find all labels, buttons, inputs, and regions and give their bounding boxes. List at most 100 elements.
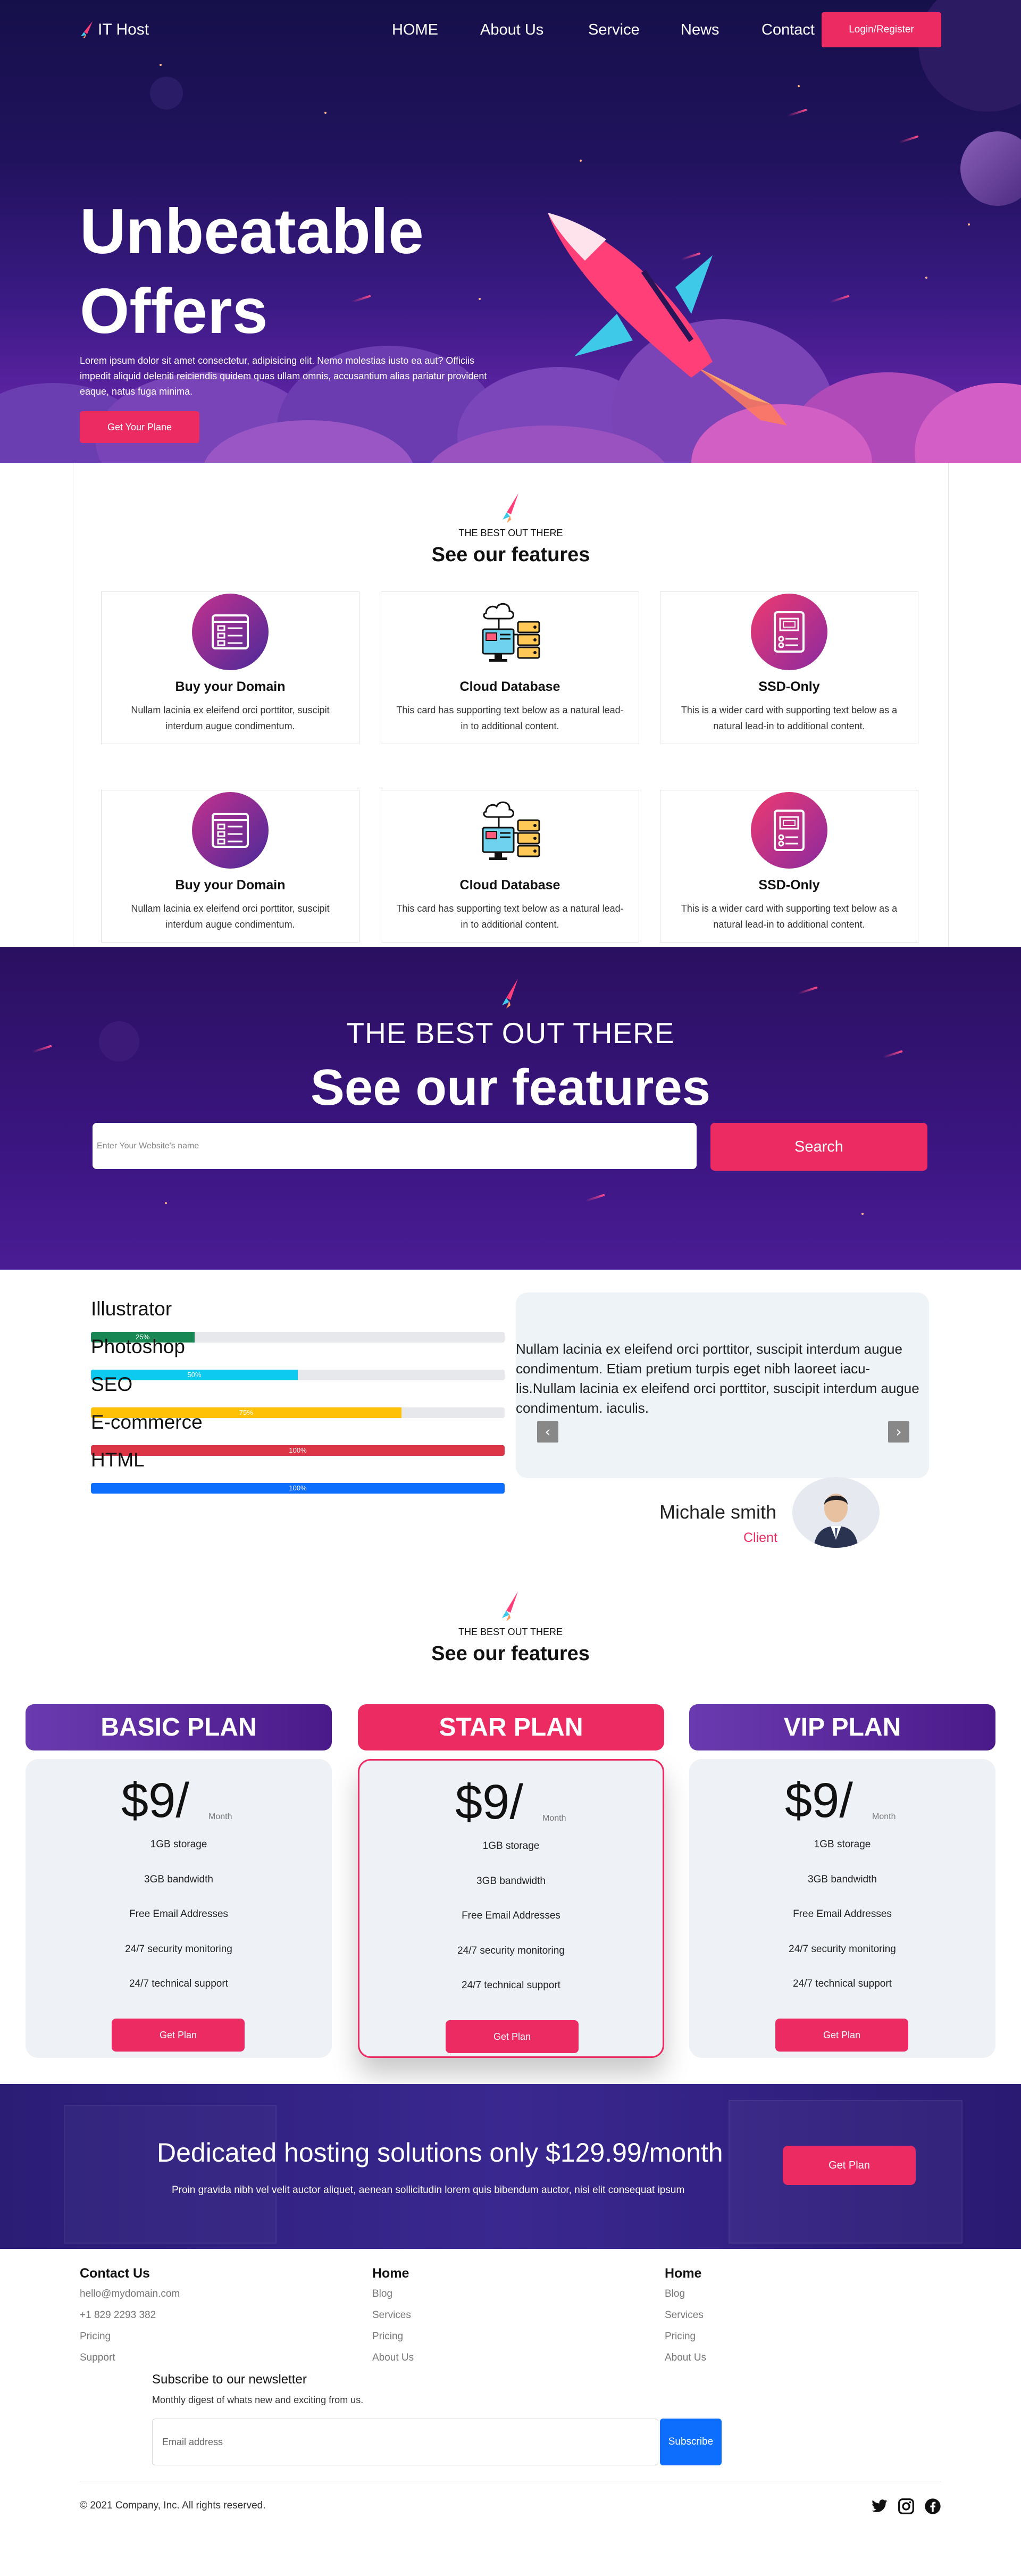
newsletter-email-input[interactable] bbox=[152, 2419, 658, 2465]
plan-feature: Free Email Addresses bbox=[129, 1908, 228, 1920]
facebook-icon[interactable] bbox=[924, 2498, 941, 2515]
plan-card: $9/Month 1GB storage 3GB bandwidth Free Ema… bbox=[26, 1759, 332, 2058]
plan-price: $9/ bbox=[121, 1773, 189, 1828]
star-decoration bbox=[861, 1213, 864, 1215]
domain-icon bbox=[190, 790, 270, 870]
login-register-button[interactable]: Login/Register bbox=[822, 12, 941, 47]
plan-feature: 24/7 security monitoring bbox=[789, 1944, 896, 1955]
search-kicker: THE BEST OUT THERE bbox=[346, 1016, 675, 1049]
plan-period: Month bbox=[542, 1814, 566, 1823]
footer-link[interactable]: Blog bbox=[372, 2288, 392, 2300]
testimonial-name: Michale smith bbox=[659, 1501, 777, 1523]
cta-subtitle: Proin gravida nibh vel velit auctor aliq… bbox=[172, 2185, 685, 2196]
feature-card-title: Buy your Domain bbox=[175, 878, 286, 893]
footer-link[interactable]: Support bbox=[80, 2352, 115, 2364]
plan-feature: 3GB bandwidth bbox=[144, 1874, 213, 1885]
footer-link[interactable]: Pricing bbox=[80, 2331, 111, 2342]
star-decoration bbox=[798, 85, 800, 87]
feature-card-title: Buy your Domain bbox=[175, 679, 286, 694]
get-plan-button[interactable]: Get Plan bbox=[775, 2019, 908, 2052]
plan-header: STAR PLAN bbox=[358, 1704, 664, 1750]
cloud-database-icon bbox=[470, 592, 550, 672]
planet-decoration bbox=[960, 131, 1021, 206]
plan-feature: 1GB storage bbox=[150, 1839, 207, 1850]
cta-get-plan-button[interactable]: Get Plan bbox=[783, 2146, 916, 2185]
nav-service[interactable]: Service bbox=[588, 21, 640, 39]
plan-period: Month bbox=[208, 1812, 232, 1821]
footer-link[interactable]: About Us bbox=[665, 2352, 706, 2364]
skill-label: Photoshop bbox=[91, 1336, 185, 1357]
footer-link[interactable]: About Us bbox=[372, 2352, 414, 2364]
testimonial-card: Nullam lacinia ex eleifend orci porttito… bbox=[516, 1293, 929, 1478]
pricing-kicker: THE BEST OUT THERE bbox=[458, 1627, 563, 1637]
website-search-input[interactable] bbox=[93, 1123, 697, 1169]
star-decoration bbox=[165, 1202, 167, 1204]
cloud-database-icon bbox=[470, 790, 550, 870]
feature-card: Cloud Database This card has supporting t… bbox=[381, 790, 639, 943]
search-section: THE BEST OUT THERE See our features Sear… bbox=[0, 947, 1021, 1270]
nav-about-us[interactable]: About Us bbox=[480, 21, 543, 39]
footer-link[interactable]: Services bbox=[372, 2310, 411, 2321]
footer-contact-title: Contact Us bbox=[80, 2266, 150, 2281]
feature-card-text: This is a wider card with supporting tex… bbox=[681, 903, 898, 930]
plan-header: BASIC PLAN bbox=[26, 1704, 332, 1750]
logo-text: IT Host bbox=[98, 21, 149, 38]
feature-card: Buy your Domain Nullam lacinia ex eleifen… bbox=[101, 790, 359, 943]
plan-feature: 3GB bandwidth bbox=[808, 1874, 877, 1885]
ssd-icon bbox=[749, 592, 829, 672]
carousel-prev-arrow-icon[interactable]: ‹ bbox=[537, 1421, 558, 1443]
feature-card: SSD-Only This is a wider card with suppor… bbox=[660, 790, 918, 943]
carousel-next-arrow-icon[interactable]: › bbox=[888, 1421, 909, 1443]
footer-link[interactable]: Pricing bbox=[665, 2331, 696, 2342]
testimonial-text: Nullam lacinia ex eleifend orci porttito… bbox=[516, 1341, 919, 1416]
star-decoration bbox=[925, 277, 927, 279]
get-plan-button[interactable]: Get Plan bbox=[446, 2020, 579, 2053]
feature-card-text: This card has supporting text below as a… bbox=[396, 705, 624, 731]
nav-home[interactable]: HOME bbox=[392, 21, 438, 39]
footer-link[interactable]: Blog bbox=[665, 2288, 685, 2300]
instagram-icon[interactable] bbox=[898, 2498, 915, 2515]
cta-title: Dedicated hosting solutions only $129.99… bbox=[157, 2138, 723, 2167]
footer-link[interactable]: hello@mydomain.com bbox=[80, 2288, 180, 2300]
plan-feature: 24/7 technical support bbox=[462, 1980, 560, 1991]
person-avatar-image bbox=[792, 1477, 880, 1548]
twitter-icon[interactable] bbox=[871, 2498, 888, 2515]
star-decoration bbox=[580, 160, 582, 162]
search-title: See our features bbox=[310, 1059, 711, 1116]
subscribe-button[interactable]: Subscribe bbox=[660, 2419, 722, 2465]
plan-card: $9/Month 1GB storage 3GB bandwidth Free Ema… bbox=[358, 1759, 664, 2058]
testimonial-role: Client bbox=[743, 1530, 777, 1545]
skill-progress-fill: 100% bbox=[91, 1445, 505, 1456]
avatar bbox=[792, 1477, 880, 1548]
feature-card-text: Nullam lacinia ex eleifend orci porttito… bbox=[131, 705, 330, 731]
plan-period: Month bbox=[872, 1812, 896, 1821]
star-decoration bbox=[968, 223, 970, 226]
streak-decoration bbox=[585, 1194, 605, 1202]
footer-link[interactable]: +1 829 2293 382 bbox=[80, 2310, 156, 2321]
get-your-plane-button[interactable]: Get Your Plane bbox=[80, 411, 199, 443]
plan-feature: 24/7 security monitoring bbox=[125, 1944, 232, 1955]
footer-home-title: Home bbox=[372, 2266, 409, 2281]
skill-progress-bar: 50% bbox=[91, 1370, 505, 1380]
rocket-illustration bbox=[548, 213, 787, 426]
nav-contact[interactable]: Contact bbox=[761, 21, 815, 39]
logo[interactable]: IT Host bbox=[80, 20, 149, 39]
plan-header: VIP PLAN bbox=[689, 1704, 995, 1750]
search-button[interactable]: Search bbox=[710, 1123, 927, 1171]
skill-label: Illustrator bbox=[91, 1298, 172, 1320]
streak-decoration bbox=[883, 1050, 903, 1058]
skill-label: HTML bbox=[91, 1449, 145, 1471]
get-plan-button[interactable]: Get Plan bbox=[112, 2019, 245, 2052]
footer-link[interactable]: Pricing bbox=[372, 2331, 403, 2342]
features-kicker: THE BEST OUT THERE bbox=[458, 528, 563, 538]
features-section: THE BEST OUT THERE See our features Buy … bbox=[73, 463, 949, 947]
skills-panel: Illustrator 25% Photoshop 50% SEO 75% E-commer… bbox=[91, 1298, 505, 1500]
feature-card-text: This is a wider card with supporting tex… bbox=[681, 705, 898, 731]
pricing-title: See our features bbox=[431, 1643, 590, 1665]
plan-feature: 1GB storage bbox=[482, 1840, 540, 1852]
plan-price: $9/ bbox=[785, 1773, 853, 1828]
footer-link[interactable]: Services bbox=[665, 2310, 704, 2321]
skill-progress-fill: 100% bbox=[91, 1483, 505, 1494]
skill-progress-bar: 100% bbox=[91, 1483, 505, 1494]
nav-news[interactable]: News bbox=[681, 21, 719, 39]
